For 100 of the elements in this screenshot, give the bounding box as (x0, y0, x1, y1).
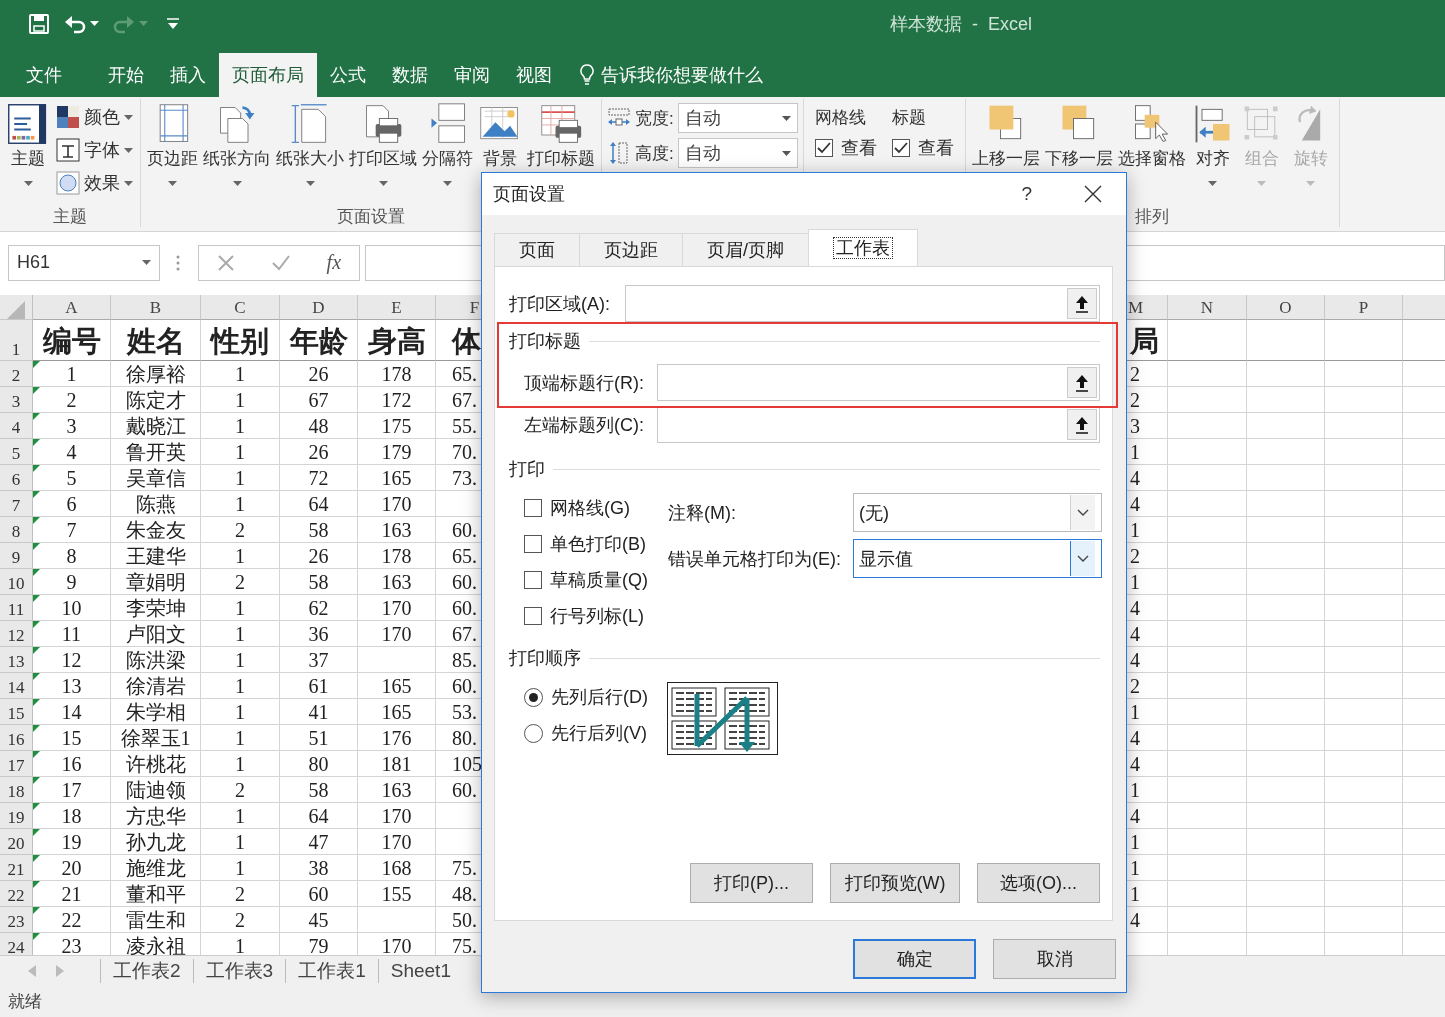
ribbon-tab[interactable]: 插入 (157, 53, 219, 97)
dialog-button[interactable]: 打印预览(W) (830, 863, 960, 903)
ribbon-button[interactable]: 纸张大小 (275, 102, 345, 186)
sheet-tab[interactable]: 工作表3 (192, 958, 286, 983)
error-indicator-icon[interactable] (33, 751, 40, 758)
ribbon-button[interactable]: 字体 (54, 135, 135, 165)
ribbon-button[interactable]: 分隔符 (421, 102, 474, 186)
row-header[interactable]: 9 (0, 543, 33, 569)
row-header[interactable]: 8 (0, 517, 33, 543)
ribbon-tab[interactable]: 公式 (317, 53, 379, 97)
column-header[interactable]: A (33, 295, 111, 320)
column-header[interactable]: D (280, 295, 358, 320)
row-header[interactable]: 19 (0, 803, 33, 829)
error-indicator-icon[interactable] (33, 621, 40, 628)
error-indicator-icon[interactable] (33, 361, 40, 368)
column-header[interactable]: N (1168, 295, 1247, 320)
checkbox[interactable]: 草稿质量(Q) (524, 562, 668, 598)
checkbox[interactable]: 查看 (814, 136, 877, 160)
error-indicator-icon[interactable] (33, 517, 40, 524)
error-indicator-icon[interactable] (33, 803, 40, 810)
row-header[interactable]: 15 (0, 699, 33, 725)
row-header[interactable]: 11 (0, 595, 33, 621)
error-indicator-icon[interactable] (33, 439, 40, 446)
column-header[interactable]: B (111, 295, 201, 320)
dropdown-field[interactable]: 自动 (677, 138, 798, 168)
row-header[interactable]: 6 (0, 465, 33, 491)
reference-field[interactable] (657, 364, 1100, 401)
dialog-tab[interactable]: 页面 (494, 233, 580, 266)
help-button[interactable]: ? (1021, 183, 1032, 205)
error-indicator-icon[interactable] (33, 387, 40, 394)
row-header[interactable]: 4 (0, 413, 33, 439)
row-header[interactable]: 23 (0, 907, 33, 933)
ribbon-tab[interactable]: 开始 (95, 53, 157, 97)
tell-me-field[interactable]: 告诉我你想要做什么 (601, 63, 763, 87)
checkbox[interactable]: 行号列标(L) (524, 598, 668, 634)
ribbon-button[interactable]: 页边距 (146, 102, 199, 186)
radio-button[interactable]: 先列后行(D) (524, 679, 667, 715)
dialog-button[interactable]: 取消 (993, 939, 1116, 979)
sheet-tab[interactable]: Sheet1 (377, 958, 463, 983)
ribbon-button[interactable]: 主题 (5, 102, 51, 186)
collapse-icon[interactable] (1075, 415, 1089, 434)
radio-button[interactable]: 先行后列(V) (524, 715, 667, 751)
checkbox[interactable]: 网格线(G) (524, 490, 668, 526)
row-header[interactable]: 21 (0, 855, 33, 881)
checkbox[interactable]: 单色打印(B) (524, 526, 668, 562)
error-indicator-icon[interactable] (33, 673, 40, 680)
sheet-tab[interactable]: 工作表1 (285, 958, 378, 983)
dropdown[interactable]: 显示值 (853, 539, 1102, 578)
ribbon-button[interactable]: 背景 (477, 102, 523, 169)
dropdown-field[interactable]: 自动 (677, 103, 798, 133)
collapse-icon[interactable] (1075, 373, 1089, 392)
dialog-button[interactable]: 确定 (853, 939, 976, 979)
enter-icon[interactable] (270, 253, 291, 272)
ribbon-button[interactable]: 打印区域 (348, 102, 418, 186)
dialog-button[interactable]: 选项(O)... (977, 863, 1100, 903)
error-indicator-icon[interactable] (33, 699, 40, 706)
name-box[interactable]: H61 (8, 244, 160, 281)
error-indicator-icon[interactable] (33, 933, 40, 940)
error-indicator-icon[interactable] (33, 725, 40, 732)
row-header[interactable]: 20 (0, 829, 33, 855)
ribbon-tab[interactable]: 审阅 (441, 53, 503, 97)
sheet-tab[interactable]: 工作表2 (100, 958, 193, 983)
ribbon-button[interactable]: 纸张方向 (202, 102, 272, 186)
grip-icon[interactable] (176, 253, 180, 272)
column-header[interactable]: O (1247, 295, 1325, 320)
collapse-icon[interactable] (1075, 294, 1089, 313)
error-indicator-icon[interactable] (33, 543, 40, 550)
close-icon[interactable] (1084, 185, 1102, 203)
row-header[interactable]: 7 (0, 491, 33, 517)
dropdown[interactable]: (无) (853, 493, 1102, 532)
reference-field[interactable] (625, 285, 1100, 322)
ribbon-tab[interactable]: 数据 (379, 53, 441, 97)
error-indicator-icon[interactable] (33, 491, 40, 498)
ribbon-tab[interactable]: 视图 (503, 53, 565, 97)
error-indicator-icon[interactable] (33, 413, 40, 420)
ribbon-tab[interactable]: 文件 (13, 53, 75, 97)
row-header[interactable]: 18 (0, 777, 33, 803)
row-header[interactable]: 10 (0, 569, 33, 595)
ribbon-button[interactable]: 颜色 (54, 102, 135, 132)
row-header[interactable]: 24 (0, 933, 33, 955)
error-indicator-icon[interactable] (33, 569, 40, 576)
row-header[interactable]: 16 (0, 725, 33, 751)
column-header[interactable]: E (358, 295, 436, 320)
ribbon-button[interactable]: 对齐 (1189, 102, 1236, 186)
error-indicator-icon[interactable] (33, 777, 40, 784)
cancel-icon[interactable] (216, 253, 235, 272)
row-header[interactable]: 12 (0, 621, 33, 647)
quick-access-button[interactable] (28, 12, 50, 35)
ribbon-button[interactable]: 打印标题 (526, 102, 596, 169)
error-indicator-icon[interactable] (33, 829, 40, 836)
error-indicator-icon[interactable] (33, 855, 40, 862)
lightbulb-icon[interactable] (579, 63, 595, 87)
dialog-tab[interactable]: 工作表 (808, 229, 918, 266)
column-header[interactable]: C (201, 295, 280, 320)
row-header[interactable]: 2 (0, 361, 33, 387)
row-header[interactable]: 3 (0, 387, 33, 413)
dialog-button[interactable]: 打印(P)... (690, 863, 813, 903)
row-header[interactable]: 17 (0, 751, 33, 777)
row-header[interactable]: 14 (0, 673, 33, 699)
ribbon-button[interactable]: 效果 (54, 168, 135, 198)
